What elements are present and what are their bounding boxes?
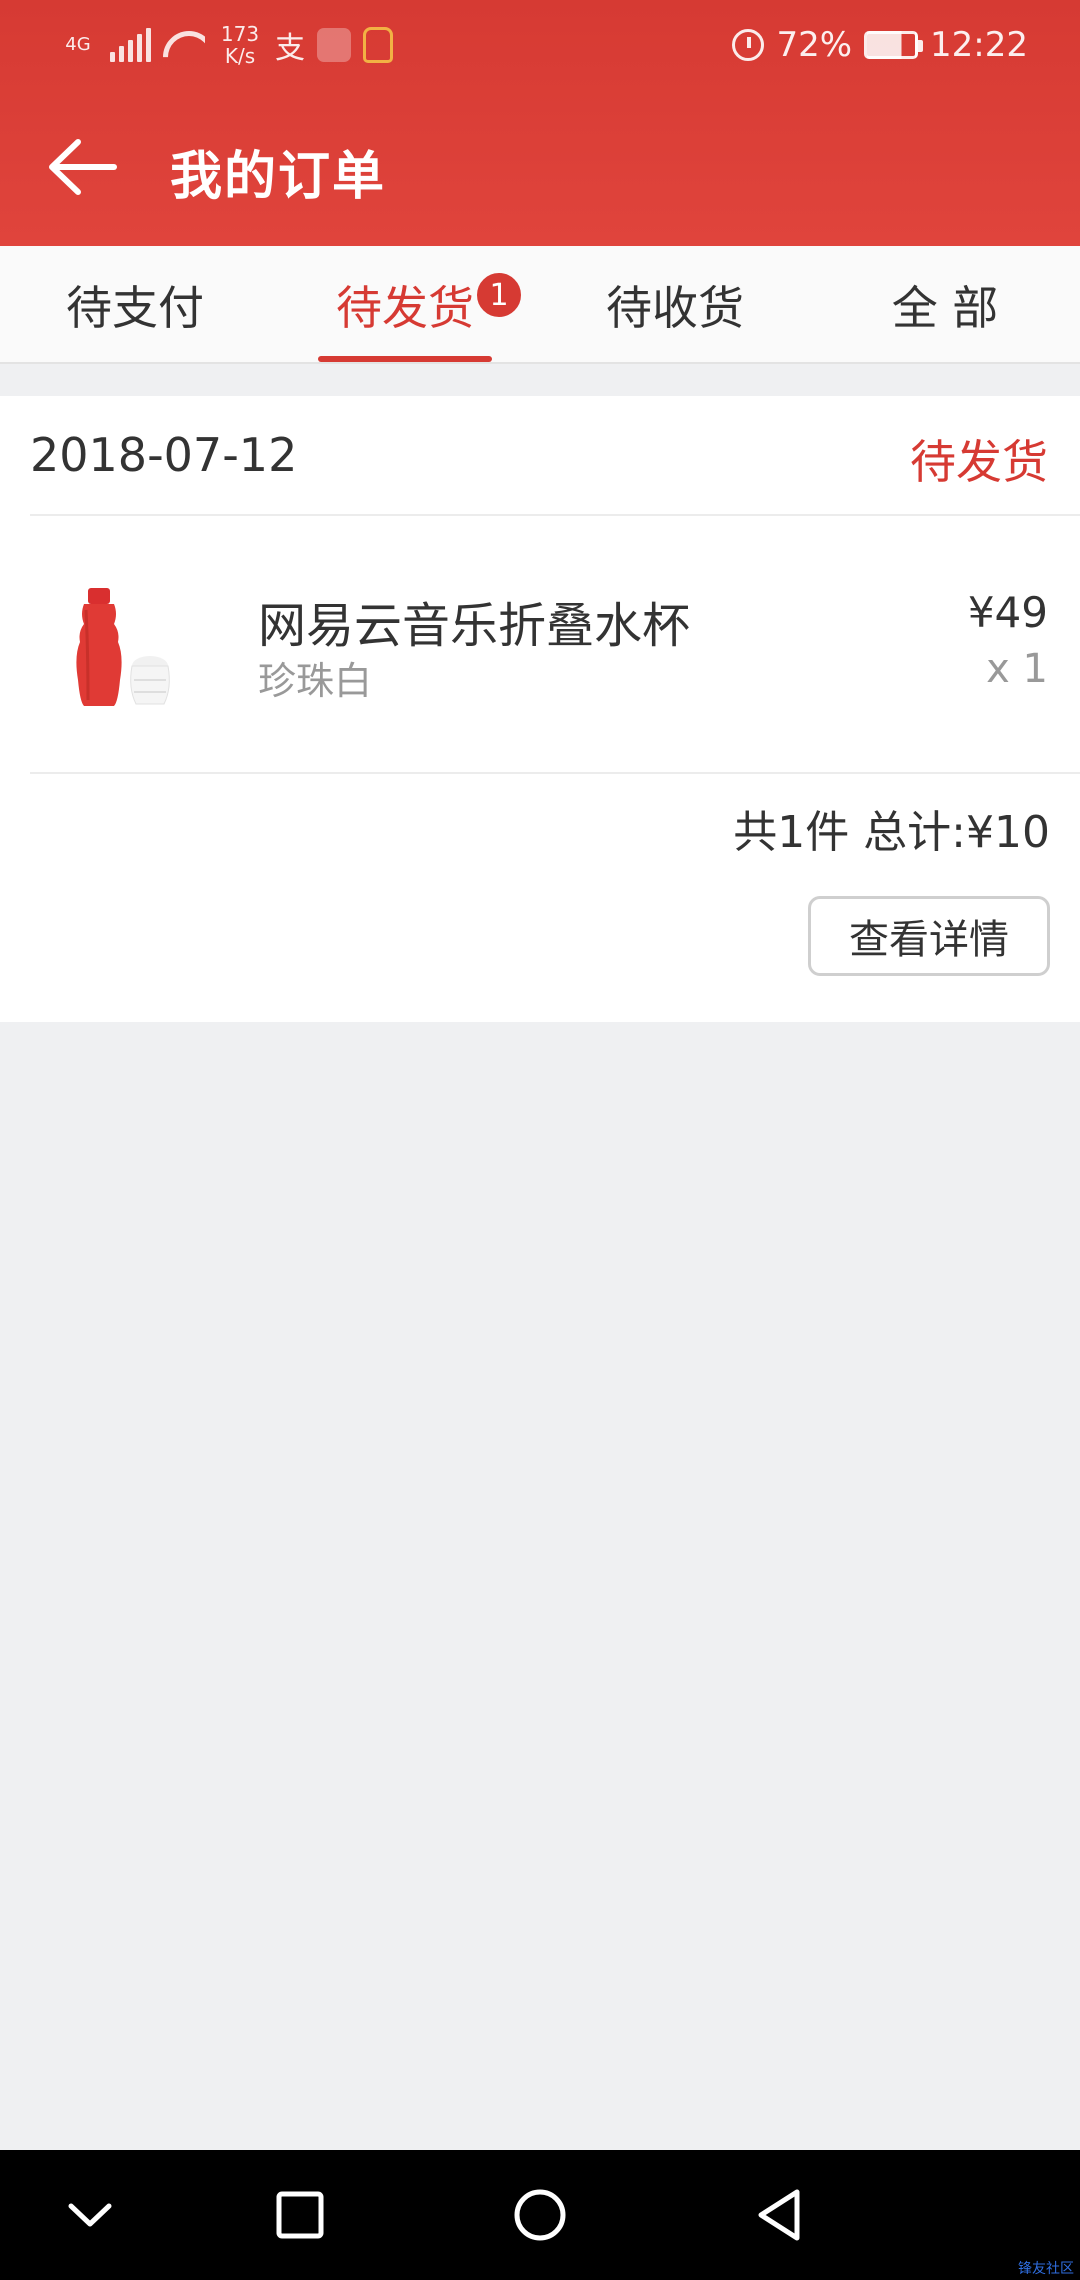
signal-icon <box>110 28 151 62</box>
tab-all[interactable]: 全 部 <box>810 246 1080 364</box>
order-summary: 共1件 总计:¥10 <box>733 807 1050 858</box>
tab-pending-payment[interactable]: 待支付 <box>0 246 270 364</box>
watermark: 锋友社区 <box>1018 2261 1074 2277</box>
circle-home-icon <box>514 2189 566 2241</box>
square-icon <box>276 2191 324 2239</box>
order-card[interactable]: 2018-07-12 待发货 网易云音乐折叠水杯 珍珠白 ¥49 x 1 共1件… <box>0 396 1080 1022</box>
battery-percent: 72% <box>776 25 853 65</box>
product-price: ¥49 <box>967 588 1048 637</box>
network-type: 4G <box>65 34 91 55</box>
battery-icon <box>864 31 924 59</box>
status-bar: 4G 173 K/s 支 72% 12:22 <box>0 0 1080 92</box>
header: 4G 173 K/s 支 72% 12:22 我的订单 <box>0 0 1080 246</box>
lock-icon <box>363 27 393 63</box>
view-details-button[interactable]: 查看详情 <box>808 896 1050 976</box>
triangle-back-icon <box>758 2189 800 2241</box>
chevron-down-icon <box>68 2203 112 2227</box>
nav-back-button[interactable] <box>745 2180 815 2250</box>
clock: 12:22 <box>930 25 1028 65</box>
order-status: 待发货 <box>910 435 1048 489</box>
app-notification-icon <box>317 28 351 62</box>
alarm-icon <box>732 29 765 61</box>
tab-pending-receipt[interactable]: 待收货 <box>540 246 810 364</box>
nav-recents-button[interactable] <box>265 2180 335 2250</box>
divider <box>30 514 1080 516</box>
alipay-icon: 支 <box>275 31 305 66</box>
arrow-left-icon <box>49 139 117 195</box>
order-date: 2018-07-12 <box>30 428 298 482</box>
nav-collapse-button[interactable] <box>55 2180 125 2250</box>
product-name[interactable]: 网易云音乐折叠水杯 <box>258 586 690 656</box>
back-button[interactable] <box>36 132 126 202</box>
app-bar: 我的订单 <box>0 92 1080 246</box>
order-tabs: 待支付 待发货 待收货 全 部 <box>0 246 1080 364</box>
tab-badge: 1 <box>474 270 524 320</box>
network-speed: 173 K/s <box>220 22 260 68</box>
active-tab-indicator <box>318 356 492 362</box>
product-quantity: x 1 <box>986 646 1048 692</box>
nav-home-button[interactable] <box>505 2180 575 2250</box>
wifi-icon <box>163 27 205 63</box>
product-variant: 珍珠白 <box>258 659 373 703</box>
system-nav-bar: 锋友社区 <box>0 2150 1080 2280</box>
product-image[interactable] <box>74 580 184 710</box>
page-title: 我的订单 <box>170 147 387 207</box>
divider <box>30 772 1080 774</box>
